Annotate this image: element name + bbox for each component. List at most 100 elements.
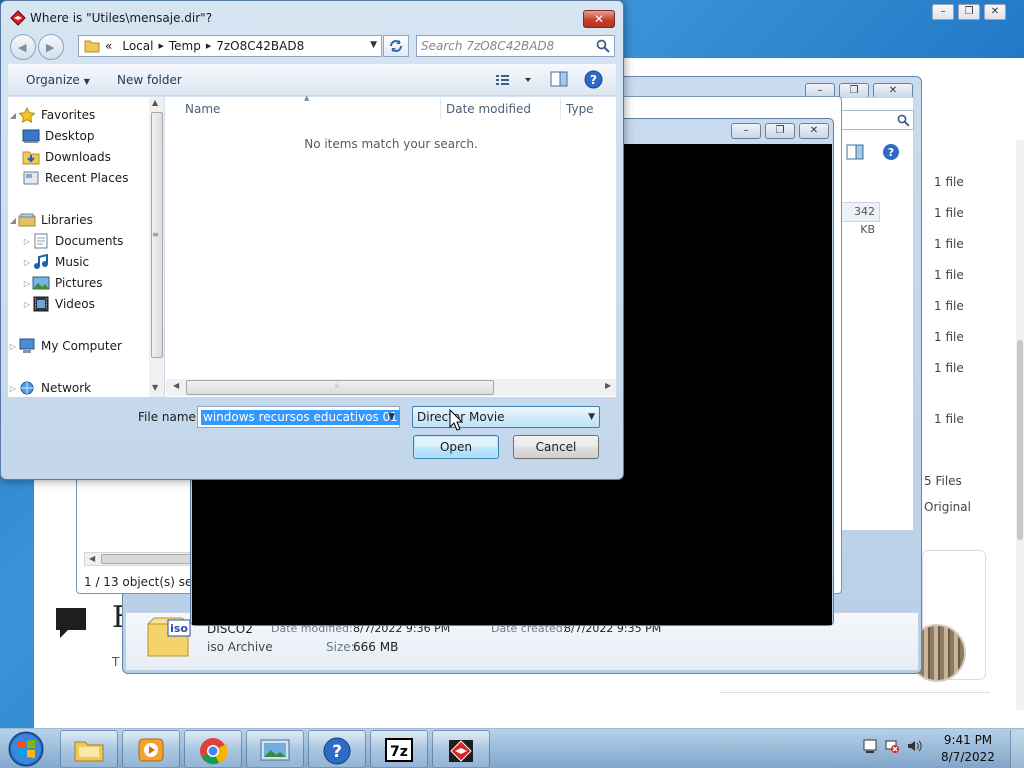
- refresh-button[interactable]: [383, 35, 409, 57]
- taskbar-7zip[interactable]: 7z: [370, 730, 428, 768]
- scroll-left-arrow-icon[interactable]: ◀: [89, 554, 95, 563]
- picture-viewer-icon: [260, 739, 290, 761]
- collapse-arrow-icon[interactable]: ◢: [8, 111, 18, 120]
- taskbar-media-player[interactable]: [122, 730, 180, 768]
- chrome-icon: [200, 738, 227, 765]
- minimize-button[interactable]: –: [731, 123, 761, 139]
- preview-pane-icon[interactable]: [846, 144, 864, 160]
- archive-search-box[interactable]: [838, 110, 914, 130]
- nav-item-favorites[interactable]: ◢ Favorites: [8, 105, 95, 125]
- breadcrumb-temp[interactable]: Temp: [164, 39, 206, 53]
- close-button[interactable]: ✕: [583, 10, 615, 28]
- svg-text:iso: iso: [170, 622, 188, 635]
- help-button[interactable]: ?: [584, 70, 603, 89]
- archive-view-toolbar: ?: [840, 140, 918, 170]
- search-input[interactable]: [421, 38, 591, 54]
- forward-button[interactable]: ▶: [38, 34, 64, 60]
- scroll-down-arrow-icon[interactable]: ▼: [152, 383, 158, 392]
- view-list-icon: [496, 75, 509, 85]
- nav-item-recent-places[interactable]: Recent Places: [22, 168, 128, 188]
- horizontal-scrollbar[interactable]: ◀: [84, 552, 194, 566]
- svg-text:?: ?: [332, 742, 342, 762]
- back-arrow-icon: ◀: [18, 41, 27, 54]
- taskbar-director-app[interactable]: [432, 730, 490, 768]
- expand-arrow-icon[interactable]: ▷: [8, 342, 18, 351]
- nav-item-network[interactable]: ▷ Network: [8, 378, 91, 398]
- column-header-type[interactable]: Type: [566, 102, 594, 116]
- column-header-date-modified[interactable]: Date modified: [446, 102, 531, 116]
- dialog-title: Where is "Utiles\mensaje.dir"?: [30, 11, 213, 25]
- column-header-name[interactable]: Name: [185, 102, 220, 116]
- music-icon: [34, 254, 48, 269]
- forward-arrow-icon: ▶: [46, 41, 55, 54]
- file-name-combobox[interactable]: windows recursos educativos 01 ▼: [197, 406, 400, 428]
- back-button[interactable]: ◀: [10, 34, 36, 60]
- nav-item-libraries[interactable]: ◢ Libraries: [8, 210, 93, 230]
- scroll-up-arrow-icon[interactable]: ▲: [152, 98, 158, 107]
- expand-arrow-icon[interactable]: ▷: [22, 300, 32, 309]
- preview-pane-button[interactable]: [550, 71, 568, 87]
- app-icon: [10, 10, 26, 26]
- start-button[interactable]: [6, 730, 46, 768]
- nav-item-my-computer[interactable]: ▷ My Computer: [8, 336, 122, 356]
- nav-item-documents[interactable]: ▷ Documents: [22, 231, 123, 251]
- browser-scroll-thumb[interactable]: [1017, 340, 1023, 540]
- file-count: 1 file: [934, 175, 964, 189]
- maximize-button[interactable]: ❐: [958, 4, 980, 20]
- close-button[interactable]: ✕: [799, 123, 829, 139]
- file-count: 1 file: [934, 237, 964, 251]
- action-center-icon[interactable]: [862, 738, 878, 754]
- nav-item-videos[interactable]: ▷ Videos: [22, 294, 95, 314]
- show-desktop-button[interactable]: [1010, 730, 1024, 768]
- clock-date[interactable]: 8/7/2022: [938, 750, 998, 764]
- clock-time[interactable]: 9:41 PM: [938, 733, 998, 747]
- address-bar[interactable]: « Local ▶ Temp ▶ 7zO8C42BAD8 ▼: [78, 35, 382, 57]
- breadcrumb-current-folder[interactable]: 7zO8C42BAD8: [211, 39, 309, 53]
- star-icon: [18, 107, 36, 123]
- nav-item-pictures[interactable]: ▷ Pictures: [22, 273, 103, 293]
- documents-icon: [34, 233, 48, 249]
- file-list-scroll-thumb[interactable]: [186, 380, 494, 395]
- file-count: 1 file: [934, 268, 964, 282]
- help-icon[interactable]: ?: [882, 143, 900, 161]
- maximize-button[interactable]: ❐: [765, 123, 795, 139]
- taskbar-help[interactable]: ?: [308, 730, 366, 768]
- scroll-left-arrow-icon[interactable]: ◀: [173, 381, 179, 390]
- column-divider[interactable]: [440, 98, 441, 120]
- file-type-select[interactable]: Director Movie ▼: [412, 406, 600, 428]
- horizontal-scroll-thumb[interactable]: [101, 554, 191, 564]
- new-folder-button[interactable]: New folder: [117, 73, 182, 87]
- volume-icon[interactable]: [906, 738, 922, 754]
- collapse-arrow-icon[interactable]: ◢: [8, 216, 18, 225]
- expand-arrow-icon[interactable]: ▷: [8, 384, 18, 393]
- libraries-icon: [18, 213, 36, 227]
- taskbar-picture-viewer[interactable]: [246, 730, 304, 768]
- breadcrumb-local[interactable]: Local: [117, 39, 158, 53]
- command-bar: Organize ▼ New folder ?: [8, 64, 616, 96]
- search-icon[interactable]: [596, 39, 610, 53]
- column-divider[interactable]: [560, 98, 561, 120]
- breadcrumb-overflow[interactable]: «: [100, 39, 117, 53]
- open-button[interactable]: Open: [413, 435, 499, 459]
- file-name-input[interactable]: windows recursos educativos 01: [201, 410, 400, 425]
- organize-button[interactable]: Organize ▼: [26, 73, 90, 87]
- nav-item-downloads[interactable]: Downloads: [22, 147, 111, 167]
- change-view-button[interactable]: [495, 72, 535, 88]
- minimize-button[interactable]: –: [932, 4, 954, 20]
- chevron-down-icon: [525, 78, 531, 82]
- search-box[interactable]: [416, 35, 615, 57]
- expand-arrow-icon[interactable]: ▷: [22, 237, 32, 246]
- taskbar-chrome[interactable]: [184, 730, 242, 768]
- address-history-dropdown-icon[interactable]: ▼: [370, 40, 377, 50]
- nav-item-music[interactable]: ▷ Music: [22, 252, 89, 272]
- expand-arrow-icon[interactable]: ▷: [22, 279, 32, 288]
- scroll-right-arrow-icon[interactable]: ▶: [605, 381, 611, 390]
- expand-arrow-icon[interactable]: ▷: [22, 258, 32, 267]
- cancel-button[interactable]: Cancel: [513, 435, 599, 459]
- network-disconnected-icon[interactable]: [884, 738, 900, 754]
- taskbar-explorer[interactable]: [60, 730, 118, 768]
- close-button[interactable]: ✕: [984, 4, 1006, 20]
- chevron-down-icon[interactable]: ▼: [388, 412, 395, 422]
- network-icon: [20, 381, 34, 395]
- nav-item-desktop[interactable]: Desktop: [22, 126, 95, 146]
